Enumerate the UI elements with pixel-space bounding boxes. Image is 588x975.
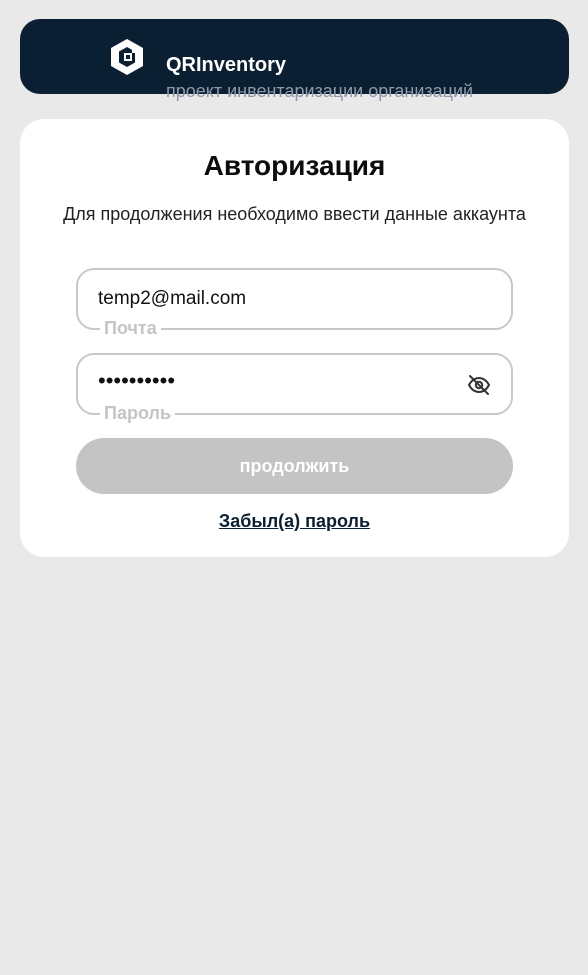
- password-label: Пароль: [100, 403, 175, 423]
- email-field[interactable]: temp2@mail.com Почта: [76, 268, 513, 338]
- login-description: Для продолжения необходимо ввести данные…: [63, 204, 526, 224]
- app-title: QRInventory: [166, 54, 287, 76]
- password-field[interactable]: •••••••••• Пароль: [76, 353, 513, 423]
- eye-off-icon[interactable]: [467, 373, 491, 397]
- app-subtitle: проект инвентаризации организаций: [166, 81, 474, 101]
- qr-hexagon-logo-icon: [111, 39, 143, 75]
- login-card: Авторизация Для продолжения необходимо в…: [20, 119, 569, 557]
- app-header: QRInventory проект инвентаризации органи…: [20, 19, 569, 101]
- continue-button[interactable]: продолжить: [76, 438, 513, 494]
- password-value[interactable]: ••••••••••: [98, 369, 175, 393]
- forgot-password-link[interactable]: Забыл(а) пароль: [20, 510, 569, 532]
- email-label: Почта: [100, 318, 161, 338]
- page-title: Авторизация: [203, 150, 386, 181]
- email-value[interactable]: temp2@mail.com: [98, 287, 246, 311]
